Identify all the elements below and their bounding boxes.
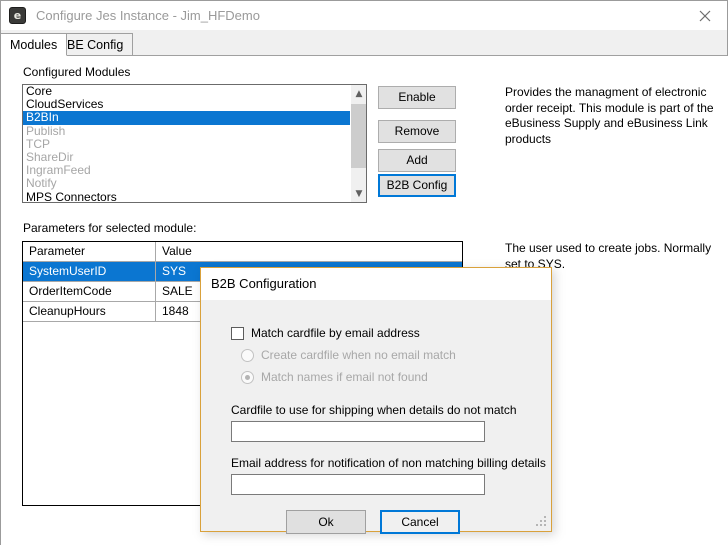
scrollbar-thumb[interactable]	[351, 104, 366, 168]
cell-parameter: OrderItemCode	[23, 282, 156, 301]
cardfile-field-label: Cardfile to use for shipping when detail…	[231, 403, 517, 417]
dialog-body: Match cardfile by email address Create c…	[201, 300, 551, 534]
match-cardfile-checkbox[interactable]	[231, 326, 244, 340]
column-header-parameter: Parameter	[23, 242, 156, 261]
resize-grip[interactable]	[536, 516, 548, 528]
parameters-label: Parameters for selected module:	[23, 221, 197, 235]
cell-parameter: CleanupHours	[23, 302, 156, 321]
match-cardfile-checkbox-row[interactable]: Match cardfile by email address	[231, 326, 420, 340]
match-names-radio-row: Match names if email not found	[241, 370, 428, 384]
list-item[interactable]: Publish	[23, 124, 352, 138]
email-field-label: Email address for notification of non ma…	[231, 456, 546, 470]
list-item[interactable]: B2BIn	[23, 111, 352, 125]
tab-modules[interactable]: Modules	[1, 33, 68, 56]
table-header-row: Parameter Value	[23, 242, 462, 262]
modules-list-items: Core CloudServices B2BIn Publish TCP Sha…	[23, 85, 352, 202]
list-item[interactable]: CloudServices	[23, 97, 352, 111]
create-cardfile-radio-row: Create cardfile when no email match	[241, 348, 456, 362]
chevron-down-icon[interactable]: ▼	[351, 185, 366, 202]
list-item[interactable]: TCP	[23, 137, 352, 151]
create-cardfile-label: Create cardfile when no email match	[261, 348, 456, 362]
cancel-button[interactable]: Cancel	[380, 510, 460, 534]
match-names-label: Match names if email not found	[261, 370, 428, 384]
window-title: Configure Jes Instance - Jim_HFDemo	[36, 8, 260, 23]
remove-button[interactable]: Remove	[378, 120, 456, 143]
column-header-value: Value	[162, 244, 192, 258]
list-item[interactable]: MPS Connectors	[23, 190, 352, 202]
ok-button[interactable]: Ok	[286, 510, 366, 534]
enable-button[interactable]: Enable	[378, 86, 456, 109]
configured-modules-listbox[interactable]: Core CloudServices B2BIn Publish TCP Sha…	[22, 84, 367, 203]
cardfile-input[interactable]	[231, 421, 485, 442]
app-icon: e	[9, 7, 26, 24]
list-item[interactable]: IngramFeed	[23, 163, 352, 177]
add-button[interactable]: Add	[378, 149, 456, 172]
b2b-config-button[interactable]: B2B Config	[378, 174, 456, 197]
match-names-radio	[241, 370, 254, 384]
email-input[interactable]	[231, 474, 485, 495]
tab-be-config[interactable]: BE Config	[57, 33, 134, 56]
b2b-configuration-dialog: B2B Configuration Match cardfile by emai…	[200, 267, 552, 534]
modules-list-scrollbar[interactable]: ▲ ▼	[350, 85, 366, 202]
list-item[interactable]: Notify	[23, 177, 352, 190]
match-cardfile-label: Match cardfile by email address	[251, 326, 420, 340]
close-button[interactable]	[682, 1, 727, 30]
tab-strip: Modules BE Config	[1, 30, 727, 56]
dialog-title: B2B Configuration	[211, 276, 317, 291]
create-cardfile-radio	[241, 348, 254, 362]
window-title-bar: e Configure Jes Instance - Jim_HFDemo	[1, 1, 727, 30]
close-icon	[699, 10, 710, 21]
cell-parameter: SystemUserID	[23, 262, 156, 281]
module-description-text: Provides the managment of electronic ord…	[505, 85, 714, 146]
dialog-title-bar: B2B Configuration	[201, 268, 551, 300]
chevron-up-icon[interactable]: ▲	[351, 85, 366, 102]
configured-modules-label: Configured Modules	[23, 65, 131, 79]
